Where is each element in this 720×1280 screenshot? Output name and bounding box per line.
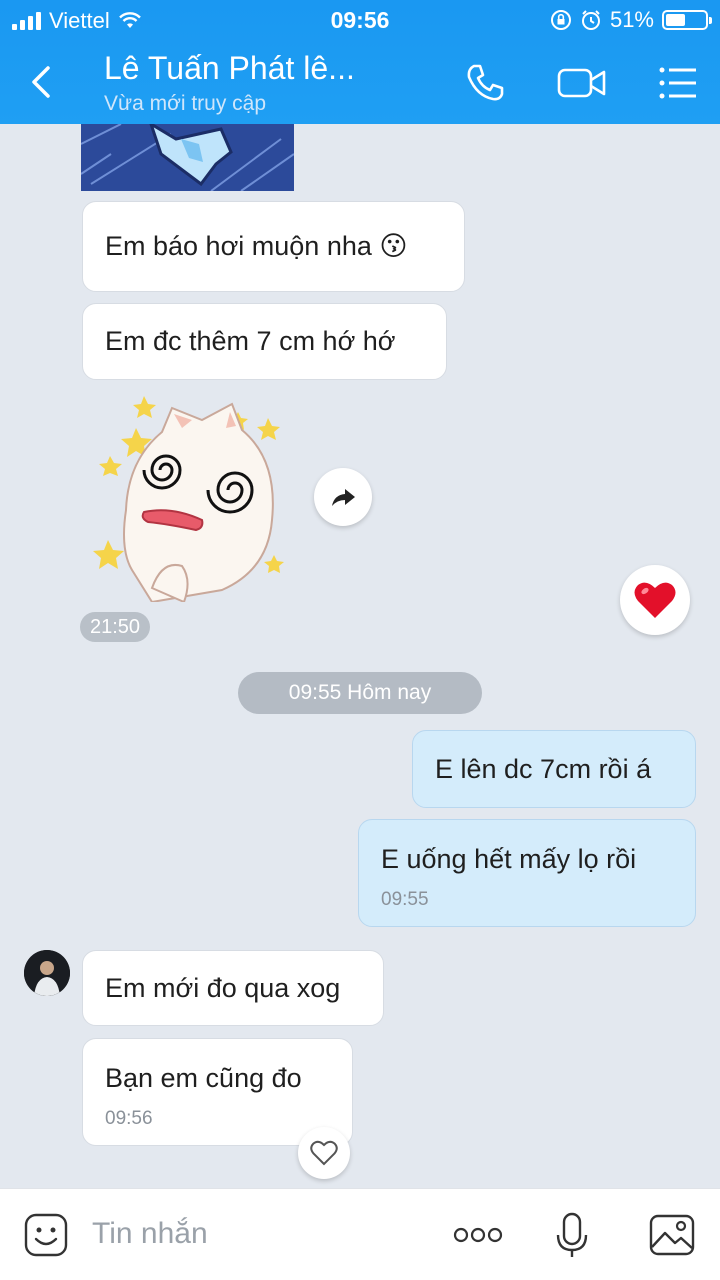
message-text: Em đc thêm 7 cm hớ hớ bbox=[105, 326, 396, 356]
message-input[interactable]: Tin nhắn bbox=[92, 1217, 208, 1251]
message-bubble[interactable]: Em mới đo qua xog bbox=[82, 950, 384, 1026]
contact-status: Vừa mới truy cập bbox=[104, 92, 267, 115]
battery-percent: 51% bbox=[609, 7, 654, 32]
rotation-lock-icon bbox=[550, 10, 571, 30]
status-bar: Viettel 09:56 51% bbox=[0, 0, 720, 40]
dizzy-cat-sticker[interactable] bbox=[92, 390, 288, 602]
message-bubble[interactable]: Em báo hơi muộn nha 😗 bbox=[82, 201, 465, 292]
status-right: 51% bbox=[550, 7, 712, 33]
microphone-icon[interactable] bbox=[548, 1211, 596, 1259]
message-time: 09:56 bbox=[105, 1108, 153, 1129]
avatar[interactable] bbox=[24, 950, 70, 996]
contact-name[interactable]: Lê Tuấn Phát lê... bbox=[104, 50, 355, 87]
chat-area[interactable]: Em báo hơi muộn nha 😗 Em đc thêm 7 cm hớ… bbox=[0, 124, 720, 1188]
message-text: Em mới đo qua xog bbox=[105, 972, 341, 1003]
share-arrow-icon bbox=[332, 489, 355, 506]
emoji-icon[interactable] bbox=[22, 1211, 70, 1259]
message-text: Em báo hơi muộn nha 😗 bbox=[105, 231, 408, 261]
my-message-bubble[interactable]: E uống hết mấy lọ rồi 09:55 bbox=[358, 819, 696, 927]
my-message-bubble[interactable]: E lên dc 7cm rồi á bbox=[412, 730, 696, 808]
shared-image[interactable] bbox=[81, 124, 294, 191]
menu-icon[interactable] bbox=[656, 60, 702, 106]
heart-outline-icon bbox=[310, 1140, 338, 1166]
video-call-icon[interactable] bbox=[556, 60, 608, 106]
battery-icon bbox=[662, 10, 712, 30]
image-gallery-icon[interactable] bbox=[648, 1211, 696, 1259]
message-text: Bạn em cũng đo bbox=[105, 1063, 302, 1093]
heart-icon bbox=[634, 582, 676, 618]
message-bubble[interactable]: Em đc thêm 7 cm hớ hớ bbox=[82, 303, 447, 380]
message-time: 09:55 bbox=[381, 889, 429, 910]
alarm-icon bbox=[581, 10, 600, 30]
forward-button[interactable] bbox=[314, 468, 372, 526]
back-icon[interactable] bbox=[26, 62, 56, 102]
top-bar: Viettel 09:56 51% Lê Tuấn Phát lê... Vừa… bbox=[0, 0, 720, 124]
avatar-photo bbox=[24, 950, 70, 996]
message-text: E uống hết mấy lọ rồi bbox=[381, 844, 637, 874]
react-button[interactable] bbox=[298, 1127, 350, 1179]
date-divider: 09:55 Hôm nay bbox=[238, 672, 482, 714]
message-text: E lên dc 7cm rồi á bbox=[435, 753, 652, 784]
phone-call-icon[interactable] bbox=[462, 60, 508, 106]
heart-reaction-button[interactable] bbox=[620, 565, 690, 635]
more-options-icon[interactable] bbox=[452, 1211, 504, 1259]
chat-header: Lê Tuấn Phát lê... Vừa mới truy cập bbox=[0, 40, 720, 124]
message-input-bar: Tin nhắn bbox=[0, 1188, 720, 1280]
sticker-timestamp: 21:50 bbox=[80, 612, 150, 642]
